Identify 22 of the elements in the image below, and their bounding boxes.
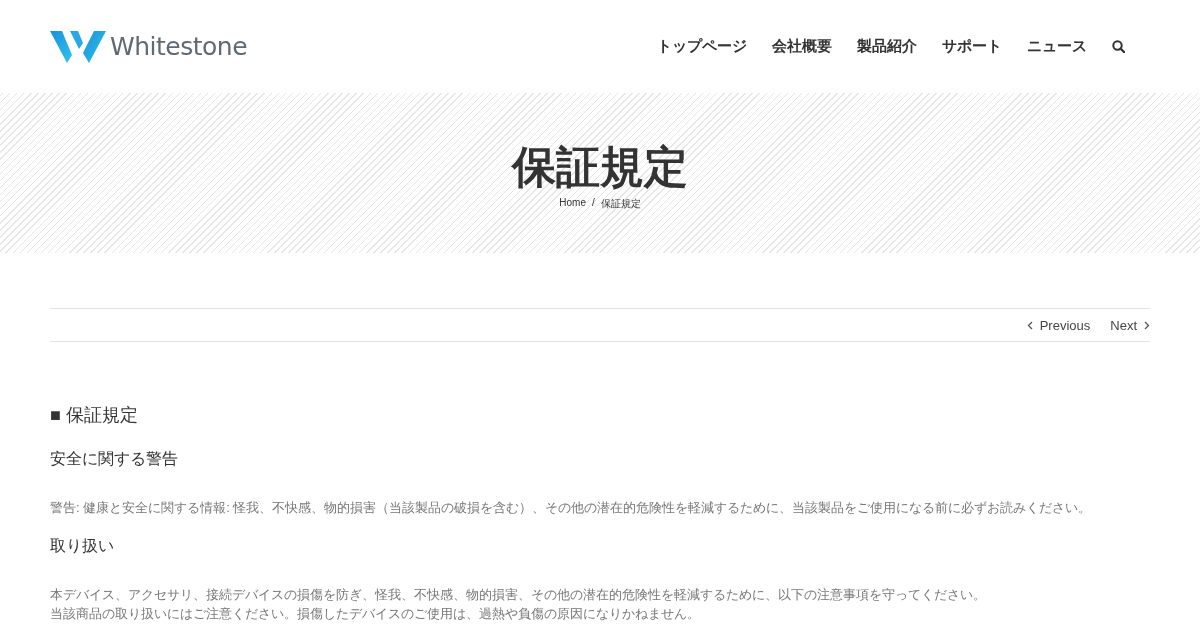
page-title: 保証規定 — [512, 142, 688, 192]
logo-mark-icon — [50, 30, 106, 63]
chevron-left-icon — [1026, 320, 1033, 330]
next-link[interactable]: Next — [1110, 317, 1150, 333]
subheading: 安全に関する警告 — [50, 449, 179, 469]
paragraph-text: 警告: 健康と安全に関する情報: 怪我、不快感、物的損害（当該製品の破損を含む）、その他の潜在的危険性を軽減するために、当該製品をご使用になる前に必ずお読みください。 — [50, 499, 1093, 517]
breadcrumb-link[interactable]: Home — [559, 197, 586, 212]
nav-link[interactable]: 会社概要 — [772, 37, 832, 56]
breadcrumb-separator: / — [591, 197, 595, 211]
nav-link[interactable]: サポート — [942, 37, 1002, 56]
subheading: 取り扱い — [50, 536, 115, 556]
chevron-right-icon — [1144, 320, 1150, 330]
nav-link[interactable]: トップページ — [657, 37, 747, 56]
nav-link[interactable]: 製品紹介 — [857, 37, 917, 56]
paragraph-text: 当該商品の取り扱いにはご注意ください。損傷したデバイスのご使用は、過熱や負傷の原因になりかねません。 — [50, 605, 701, 623]
breadcrumb-current: 保証規定 — [600, 197, 641, 212]
logo-text[interactable]: Whitestone — [110, 32, 248, 61]
search-icon[interactable] — [1112, 40, 1125, 53]
previous-link[interactable]: Previous — [1026, 317, 1091, 333]
paragraph-text: 本デバイス、アクセサリ、接続デバイスの損傷を防ぎ、怪我、不快感、物的損害、その他の潜在的危険性を軽減するために、以下の注意事項を守ってください。 — [50, 586, 987, 604]
nav-link[interactable]: ニュース — [1027, 37, 1087, 56]
section-heading: ■ 保証規定 — [50, 404, 139, 426]
